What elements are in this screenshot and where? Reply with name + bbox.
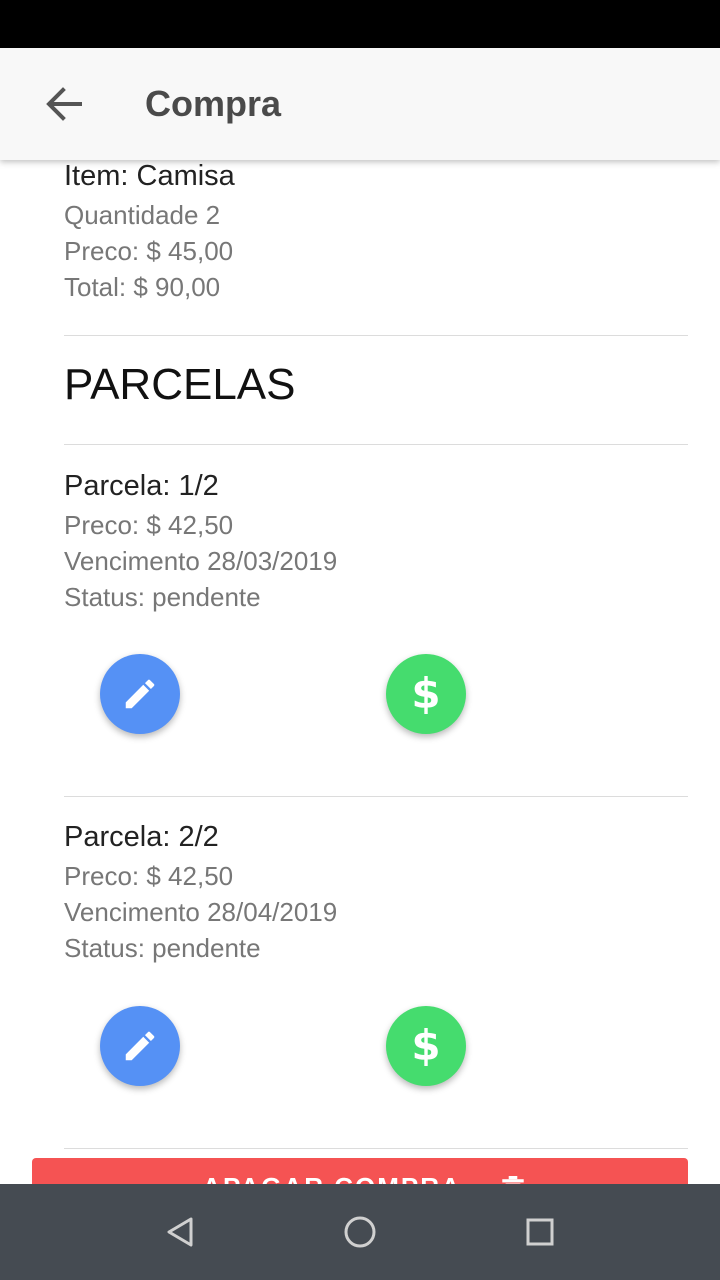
installment-due-date: Vencimento 28/03/2019 bbox=[64, 546, 338, 576]
back-button[interactable] bbox=[36, 78, 92, 130]
installment-label: Parcela: 1/2 bbox=[64, 470, 219, 502]
installment-label: Parcela: 2/2 bbox=[64, 821, 219, 853]
edit-installment-button[interactable] bbox=[100, 1006, 180, 1086]
installment-due-date: Vencimento 28/04/2019 bbox=[64, 897, 338, 927]
pay-installment-button[interactable]: $ bbox=[386, 1006, 466, 1086]
pay-installment-button[interactable]: $ bbox=[386, 654, 466, 734]
divider bbox=[64, 1148, 688, 1149]
section-title: PARCELAS bbox=[64, 360, 296, 409]
delete-purchase-button[interactable]: APAGAR COMPRA bbox=[32, 1158, 688, 1184]
item-price: Preco: $ 45,00 bbox=[64, 236, 234, 266]
item-total: Total: $ 90,00 bbox=[64, 272, 221, 302]
nav-home-button[interactable] bbox=[340, 1212, 380, 1252]
home-circle-icon bbox=[344, 1216, 376, 1248]
pencil-icon bbox=[125, 1031, 155, 1061]
status-bar bbox=[0, 0, 720, 48]
installment-price: Preco: $ 42,50 bbox=[64, 510, 234, 540]
item-quantity: Quantidade 2 bbox=[64, 200, 221, 230]
arrow-left-icon bbox=[46, 87, 82, 121]
item-name: Item: Camisa bbox=[64, 160, 235, 192]
nav-recents-button[interactable] bbox=[520, 1212, 560, 1252]
nav-back-button[interactable] bbox=[160, 1212, 200, 1252]
purchase-details: Item: Camisa Quantidade 2 Preco: $ 45,00… bbox=[0, 160, 720, 1184]
app-bar: Compra bbox=[0, 48, 720, 160]
divider bbox=[64, 335, 688, 336]
back-triangle-icon bbox=[167, 1217, 193, 1247]
page-title: Compra bbox=[145, 83, 282, 124]
delete-purchase-label: APAGAR COMPRA bbox=[32, 1172, 632, 1184]
system-nav-bar bbox=[0, 1184, 720, 1280]
pencil-icon bbox=[125, 679, 155, 709]
divider bbox=[64, 444, 688, 445]
divider bbox=[64, 796, 688, 797]
dollar-icon: $ bbox=[411, 1021, 441, 1070]
installment-price: Preco: $ 42,50 bbox=[64, 861, 234, 891]
dollar-icon: $ bbox=[411, 669, 441, 718]
installment-status: Status: pendente bbox=[64, 582, 261, 612]
installment-status: Status: pendente bbox=[64, 933, 261, 963]
recents-square-icon bbox=[526, 1218, 554, 1246]
edit-installment-button[interactable] bbox=[100, 654, 180, 734]
trash-icon bbox=[502, 1176, 524, 1184]
